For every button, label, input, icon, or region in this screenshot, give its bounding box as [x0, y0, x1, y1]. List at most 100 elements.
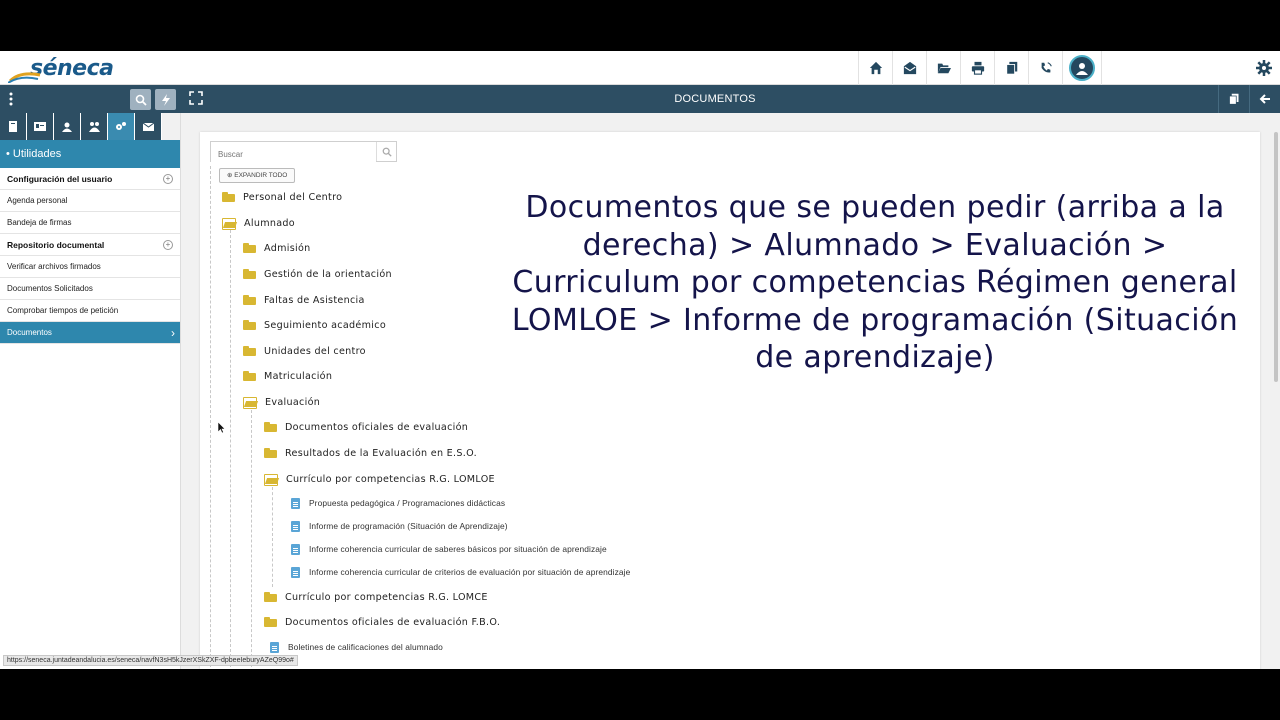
- sidebar-item-label: Configuración del usuario: [7, 174, 113, 184]
- tree-node-document[interactable]: Informe coherencia curricular de saberes…: [291, 541, 607, 557]
- user-menu[interactable]: [1062, 51, 1102, 85]
- app-window: séneca DOCUMENTOS • Utilidades Configura…: [0, 51, 1280, 669]
- sidebar-item-requested-docs[interactable]: Documentos Solicitados: [0, 278, 180, 300]
- tree-node-folder-open[interactable]: Alumnado: [222, 215, 295, 231]
- tree-node-document[interactable]: Informe coherencia curricular de criteri…: [291, 564, 630, 580]
- envelope-icon[interactable]: [892, 51, 926, 85]
- tree-node-document[interactable]: Informe de programación (Situación de Ap…: [291, 518, 508, 534]
- plus-icon[interactable]: +: [163, 174, 173, 184]
- documents-panel: ⊕ EXPANDIR TODO Personal del Centro Alum…: [200, 132, 1260, 669]
- search-icon: [382, 147, 392, 157]
- group-icon: [88, 122, 100, 132]
- print-icon[interactable]: [960, 51, 994, 85]
- tab-messages[interactable]: [135, 113, 162, 140]
- sidebar: • Utilidades Configuración del usuario +…: [0, 113, 181, 669]
- cogs-icon: [116, 122, 126, 130]
- folder-icon: [243, 295, 256, 305]
- lightning-icon: [161, 93, 170, 106]
- tree-node-folder[interactable]: Resultados de la Evaluación en E.S.O.: [264, 445, 477, 461]
- tree-node-folder[interactable]: Gestión de la orientación: [243, 266, 392, 282]
- tree-node-label: Resultados de la Evaluación en E.S.O.: [285, 447, 477, 459]
- tree-node-folder[interactable]: Unidades del centro: [243, 343, 366, 359]
- plus-icon[interactable]: +: [163, 240, 173, 250]
- tree-node-label: Unidades del centro: [264, 345, 366, 357]
- expand-all-label: EXPANDIR TODO: [234, 172, 288, 179]
- tree-node-label: Seguimiento académico: [264, 319, 386, 331]
- status-bar-url: https://seneca.juntadeandalucia.es/senec…: [3, 655, 298, 666]
- tree-node-label: Alumnado: [244, 217, 295, 229]
- tree-node-folder-open[interactable]: Evaluación: [243, 394, 320, 410]
- sidebar-section-title[interactable]: • Utilidades: [0, 140, 180, 168]
- seneca-logo[interactable]: séneca: [8, 53, 114, 83]
- chevron-right-icon: ›: [171, 326, 175, 340]
- kebab-menu-icon[interactable]: [9, 92, 13, 106]
- home-icon[interactable]: [858, 51, 892, 85]
- document-icon: [291, 497, 300, 509]
- tree-node-label: Evaluación: [265, 396, 321, 408]
- folder-icon: [264, 422, 277, 432]
- tab-utilities[interactable]: [108, 113, 135, 140]
- tree-node-folder[interactable]: Faltas de Asistencia: [243, 292, 365, 308]
- search-tool-button[interactable]: [130, 89, 151, 110]
- folder-open-icon[interactable]: [926, 51, 960, 85]
- tree-node-folder[interactable]: Documentos oficiales de evaluación: [264, 419, 468, 435]
- sidebar-item-request-times[interactable]: Comprobar tiempos de petición: [0, 300, 180, 322]
- tree-node-folder[interactable]: Currículo por competencias R.G. LOMCE: [264, 589, 488, 605]
- tree-node-label: Informe de programación (Situación de Ap…: [309, 521, 508, 531]
- folder-open-icon: [243, 397, 257, 409]
- logo-text: séneca: [30, 56, 114, 81]
- tree-node-folder[interactable]: Documentos oficiales de evaluación F.B.O…: [264, 614, 500, 630]
- documents-request-button[interactable]: [1218, 85, 1248, 113]
- tab-reports[interactable]: [81, 113, 108, 140]
- tree-node-folder[interactable]: Admisión: [243, 240, 311, 256]
- scrollbar[interactable]: [1274, 132, 1278, 382]
- tree-guide-line: [210, 166, 211, 669]
- document-icon: [291, 566, 300, 578]
- tree-node-folder[interactable]: Personal del Centro: [222, 189, 342, 205]
- sidebar-group-repository[interactable]: Repositorio documental +: [0, 234, 180, 256]
- sidebar-item-verify-signed[interactable]: Verificar archivos firmados: [0, 256, 180, 278]
- tree-node-label: Boletines de calificaciones del alumnado: [288, 642, 443, 652]
- sidebar-item-agenda[interactable]: Agenda personal: [0, 190, 180, 212]
- tree-node-folder[interactable]: Matriculación: [243, 368, 332, 384]
- sidebar-item-signatures[interactable]: Bandeja de firmas: [0, 212, 180, 234]
- folder-icon: [264, 592, 277, 602]
- sidebar-item-documents[interactable]: Documentos ›: [0, 322, 180, 344]
- search-input[interactable]: [211, 145, 376, 164]
- search-icon: [135, 94, 147, 106]
- tree-node-label: Matriculación: [264, 370, 333, 382]
- book-icon: [9, 121, 17, 132]
- sidebar-item-label: Documentos: [7, 328, 52, 337]
- folder-icon: [264, 448, 277, 458]
- logo-swoosh-icon: [8, 72, 41, 83]
- tree-node-folder[interactable]: Seguimiento académico: [243, 317, 386, 333]
- gear-icon[interactable]: [1256, 60, 1272, 76]
- tab-users[interactable]: [54, 113, 81, 140]
- back-button[interactable]: [1249, 85, 1279, 113]
- copy-icon[interactable]: [994, 51, 1028, 85]
- tree-guide-line: [230, 230, 231, 669]
- expand-all-button[interactable]: ⊕ EXPANDIR TODO: [219, 168, 296, 183]
- tree-guide-line: [272, 487, 273, 587]
- tree-node-label: Gestión de la orientación: [264, 268, 392, 280]
- tab-id-card[interactable]: [27, 113, 54, 140]
- tree-node-label: Currículo por competencias R.G. LOMCE: [285, 591, 488, 603]
- tree-node-document[interactable]: Boletines de calificaciones del alumnado: [270, 639, 443, 655]
- mouse-cursor-icon: [218, 422, 226, 434]
- tree-node-label: Admisión: [264, 242, 311, 254]
- sidebar-group-user-config[interactable]: Configuración del usuario +: [0, 168, 180, 190]
- tree-node-label: Faltas de Asistencia: [264, 294, 365, 306]
- quick-access-button[interactable]: [155, 89, 176, 110]
- instruction-overlay: Documentos que se pueden pedir (arriba a…: [495, 184, 1255, 375]
- title-bar: DOCUMENTOS: [0, 85, 1280, 113]
- top-icon-bar: [858, 51, 1102, 85]
- search-button[interactable]: [376, 142, 396, 161]
- fullscreen-icon[interactable]: [189, 91, 203, 105]
- envelope-icon: [142, 122, 154, 131]
- tab-book[interactable]: [0, 113, 27, 140]
- copy-icon: [1228, 93, 1238, 105]
- tree-node-document[interactable]: Propuesta pedagógica / Programaciones di…: [291, 495, 505, 511]
- phone-icon[interactable]: [1028, 51, 1062, 85]
- document-icon: [291, 520, 300, 532]
- tree-node-folder-open[interactable]: Currículo por competencias R.G. LOMLOE: [264, 471, 495, 487]
